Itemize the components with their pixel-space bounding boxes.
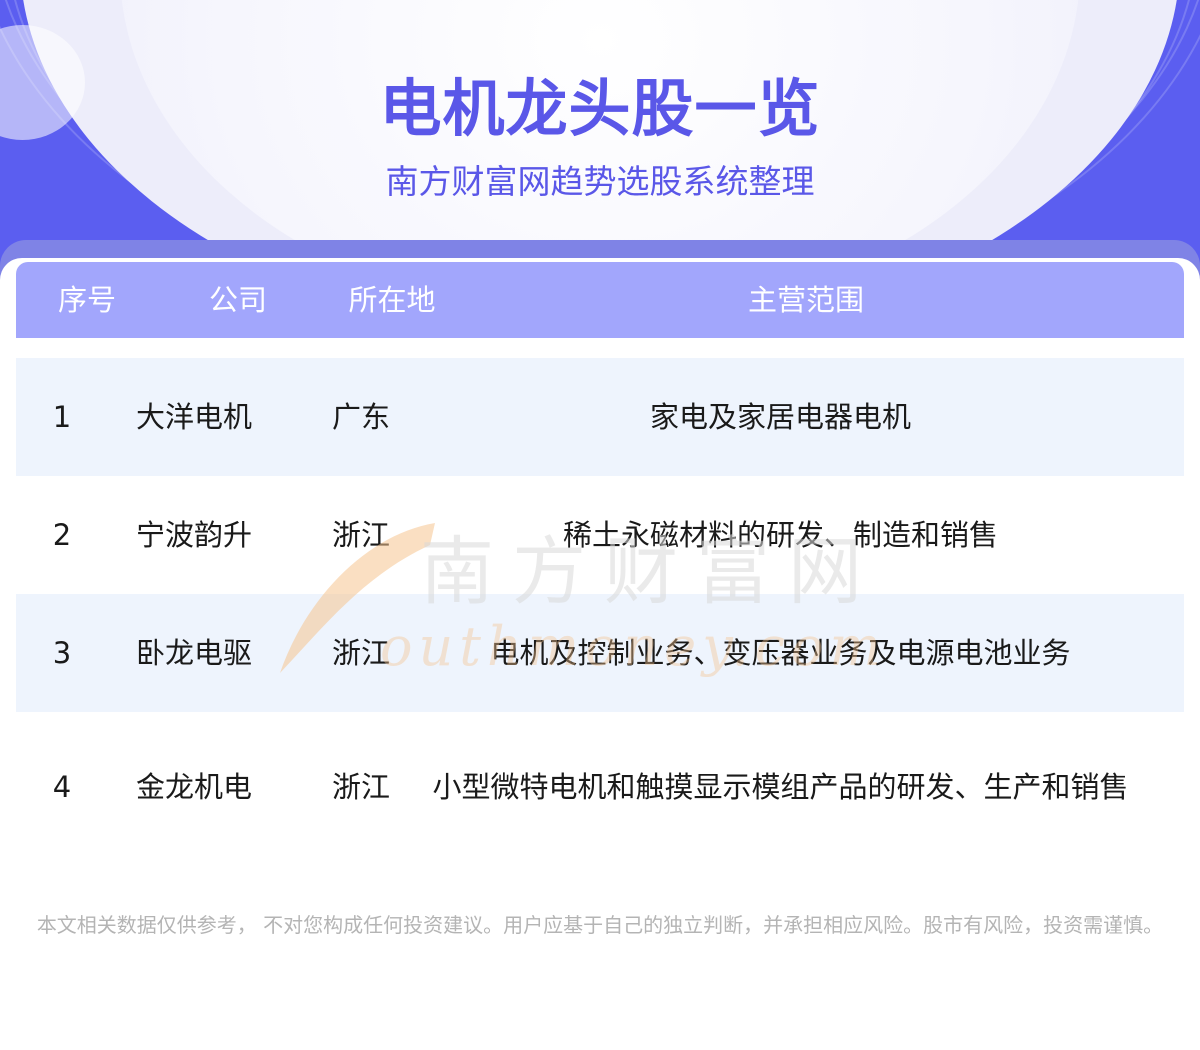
row-company: 宁波韵升 — [136, 518, 253, 552]
row-company: 卧龙电驱 — [136, 636, 253, 670]
column-header-index: 序号 — [57, 283, 116, 317]
row-business: 家电及家居电器电机 — [649, 400, 911, 434]
row-index: 4 — [52, 770, 72, 804]
column-header-company: 公司 — [208, 283, 267, 317]
disclaimer-text: 本文相关数据仅供参考， 不对您构成任何投资建议。用户应基于自己的独立判断，并承担… — [36, 913, 1164, 937]
row-location: 浙江 — [332, 518, 391, 552]
row-location: 广东 — [332, 400, 391, 434]
row-index: 3 — [52, 636, 72, 670]
table-header: 序号 公司 所在地 主营范围 — [16, 262, 1184, 338]
table-row: 2 宁波韵升 浙江 稀土永磁材料的研发、制造和销售 — [16, 476, 1184, 594]
row-index: 1 — [52, 400, 72, 434]
row-index: 2 — [52, 518, 72, 552]
table-row: 3 卧龙电驱 浙江 电机及控制业务、变压器业务及电源电池业务 — [16, 594, 1184, 712]
row-business: 小型微特电机和触摸显示模组产品的研发、生产和销售 — [432, 770, 1129, 804]
column-header-business: 主营范围 — [747, 283, 864, 317]
table-row: 1 大洋电机 广东 家电及家居电器电机 — [16, 358, 1184, 476]
row-company: 大洋电机 — [136, 400, 253, 434]
row-location: 浙江 — [332, 770, 391, 804]
page-subtitle: 南方财富网趋势选股系统整理 — [385, 162, 815, 201]
row-business: 电机及控制业务、变压器业务及电源电池业务 — [490, 636, 1071, 670]
row-company: 金龙机电 — [136, 770, 253, 804]
table-row: 4 金龙机电 浙江 小型微特电机和触摸显示模组产品的研发、生产和销售 — [16, 712, 1184, 862]
column-header-location: 所在地 — [348, 283, 436, 317]
row-location: 浙江 — [332, 636, 391, 670]
row-business: 稀土永磁材料的研发、制造和销售 — [562, 518, 998, 552]
page-title: 电机龙头股一览 — [379, 72, 821, 145]
